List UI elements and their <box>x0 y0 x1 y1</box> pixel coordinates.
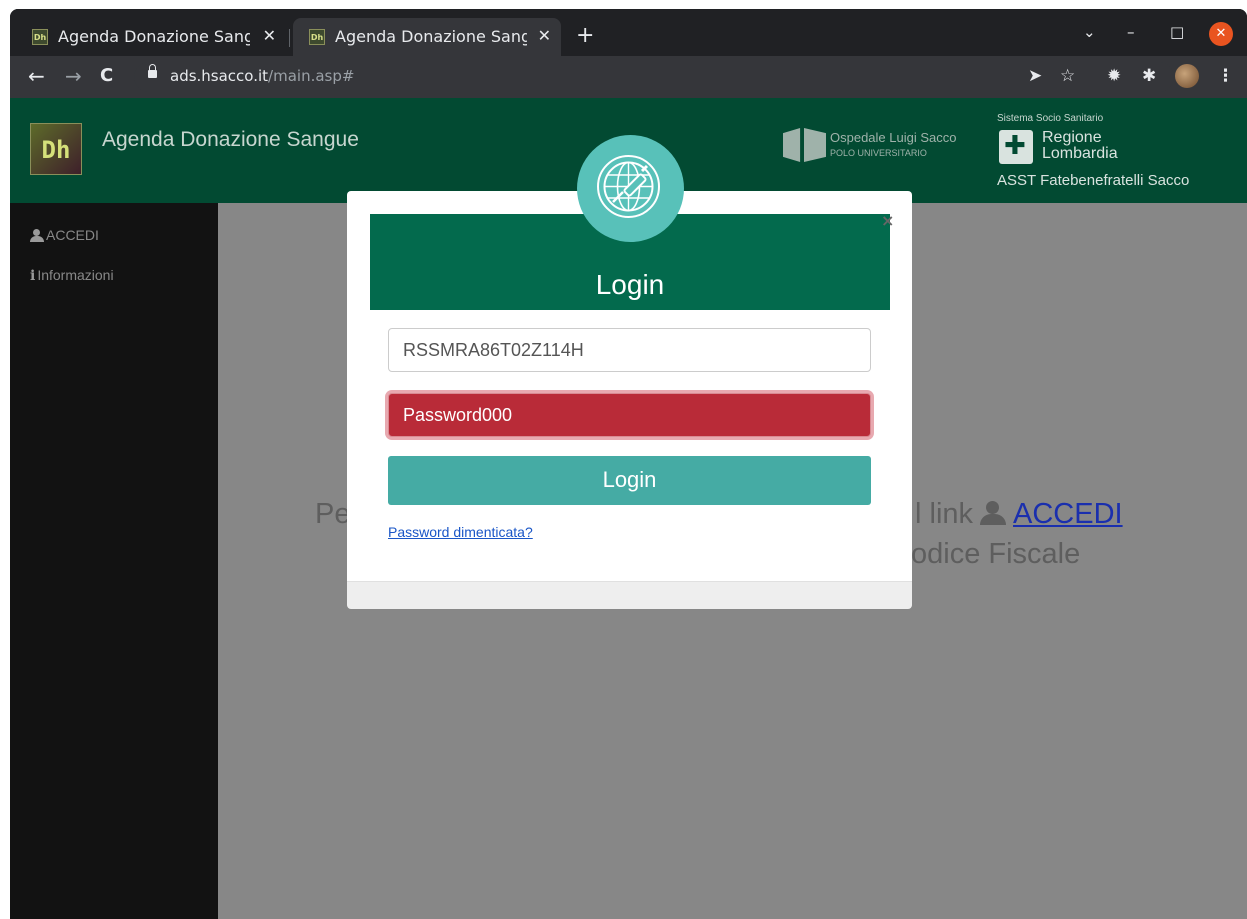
app-title[interactable]: Agenda Donazione Sangue <box>102 128 359 152</box>
tab-strip: Dh Agenda Donazione Sangue ✕ Dh Agenda D… <box>10 9 1247 56</box>
app-logo[interactable]: Dh <box>30 123 82 175</box>
username-field[interactable]: RSSMRA86T02Z114H <box>388 328 871 372</box>
window-close-button[interactable]: ✕ <box>1209 22 1233 46</box>
asst-name: ASST Fatebenefratelli Sacco <box>997 172 1190 189</box>
tab-2[interactable]: Dh Agenda Donazione Sangue ✕ <box>293 18 561 56</box>
tab-title: Agenda Donazione Sangue <box>335 27 527 46</box>
tab-separator <box>289 29 290 47</box>
modal-footer <box>347 581 912 609</box>
address-bar[interactable]: ads.hsacco.it/main.asp# <box>134 62 1174 92</box>
bg-text-start: Pe <box>315 498 351 530</box>
accedi-link[interactable]: ACCEDI <box>1013 498 1123 530</box>
tab-close-icon[interactable]: ✕ <box>263 26 276 45</box>
maximize-button[interactable]: □ <box>1170 23 1184 41</box>
favicon-icon: Dh <box>309 29 325 45</box>
browser-toolbar: ← → C ads.hsacco.it/main.asp# ➤ ☆ ✹ ✱ ⋮ <box>10 56 1247 98</box>
bookmark-star-icon[interactable]: ☆ <box>1060 66 1075 86</box>
menu-kebab-icon[interactable]: ⋮ <box>1217 66 1234 86</box>
modal-close-button[interactable]: × <box>881 211 894 230</box>
sidebar-item-informazioni[interactable]: i Informazioni <box>30 267 114 284</box>
back-button[interactable]: ← <box>28 65 45 87</box>
tab-close-icon[interactable]: ✕ <box>538 26 551 45</box>
profile-avatar[interactable] <box>1175 64 1199 88</box>
region-name-2: Lombardia <box>1042 145 1118 162</box>
password-field[interactable]: Password000 <box>388 393 871 437</box>
bg-text-line1: l link ACCEDI <box>915 498 1123 530</box>
lock-icon <box>148 64 157 78</box>
modal-badge <box>577 135 684 242</box>
sacco-logo-icon-right <box>804 128 826 162</box>
forward-button[interactable]: → <box>65 65 82 87</box>
region-system-label: Sistema Socio Sanitario <box>997 113 1104 124</box>
extension-gear-icon[interactable]: ✹ <box>1107 66 1121 86</box>
region-name-1: Regione <box>1042 129 1102 146</box>
extensions-puzzle-icon[interactable]: ✱ <box>1142 66 1156 86</box>
login-modal: Login × RSSMRA86T02Z114H Password000 Log… <box>347 191 912 609</box>
minimize-button[interactable]: – <box>1127 23 1135 41</box>
lombardia-logo-icon <box>999 130 1033 164</box>
browser-window: Dh Agenda Donazione Sangue ✕ Dh Agenda D… <box>10 9 1247 919</box>
hospital-subtitle: POLO UNIVERSITARIO <box>830 148 927 158</box>
bg-text-line2: odice Fiscale <box>911 538 1081 570</box>
forgot-password-link[interactable]: Password dimenticata? <box>388 524 533 540</box>
hospital-name: Ospedale Luigi Sacco <box>830 130 957 145</box>
tab-search-icon[interactable]: ⌄ <box>1083 23 1096 41</box>
tab-1[interactable]: Dh Agenda Donazione Sangue ✕ <box>16 18 286 56</box>
reload-button[interactable]: C <box>100 65 113 87</box>
send-icon[interactable]: ➤ <box>1028 66 1042 86</box>
sidebar-item-accedi[interactable]: ACCEDI <box>30 227 99 243</box>
modal-title: Login <box>595 269 665 300</box>
sidebar-item-label: Informazioni <box>37 267 114 283</box>
sidebar-item-label: ACCEDI <box>46 227 99 243</box>
favicon-icon: Dh <box>32 29 48 45</box>
user-icon <box>30 229 44 242</box>
info-icon: i <box>30 268 36 284</box>
url-text: ads.hsacco.it/main.asp# <box>170 67 355 85</box>
sidebar: ACCEDI i Informazioni <box>10 203 218 919</box>
tab-title: Agenda Donazione Sangue <box>58 27 250 46</box>
new-tab-button[interactable]: + <box>576 25 594 47</box>
user-icon <box>979 501 1007 525</box>
globe-syringe-icon <box>597 155 660 218</box>
login-button[interactable]: Login <box>388 456 871 505</box>
